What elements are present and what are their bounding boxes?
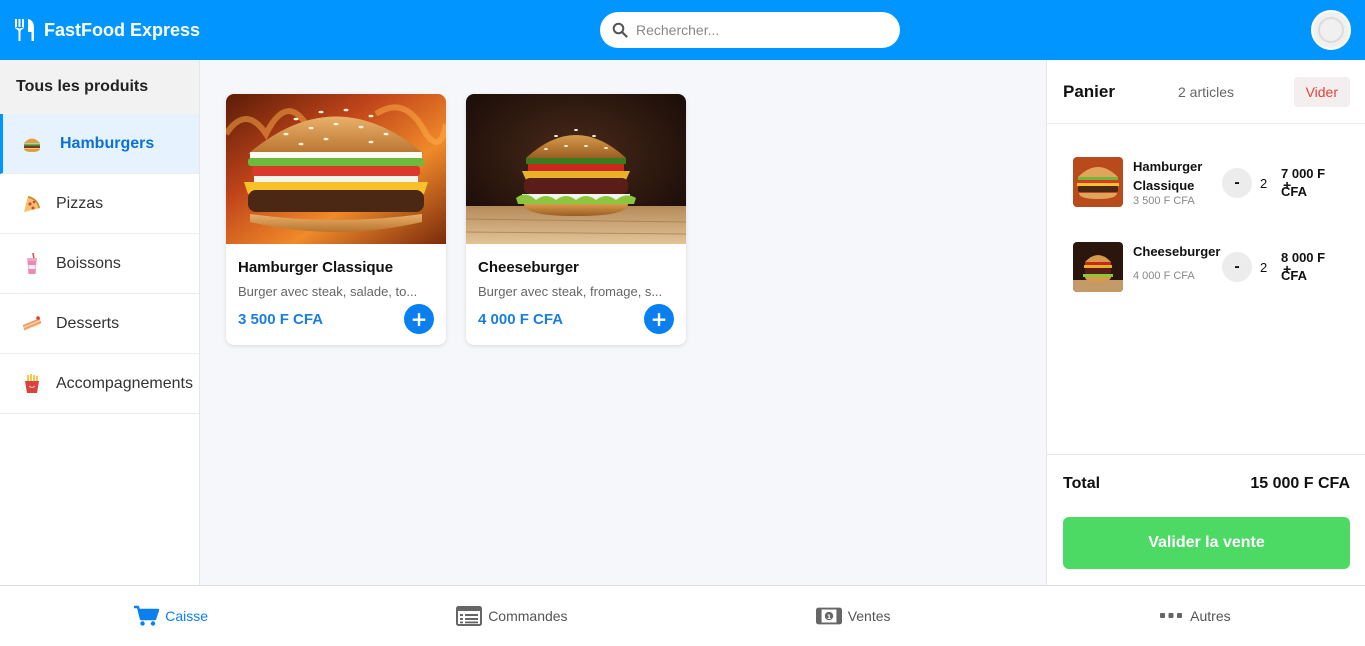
sidebar-item-label: Desserts <box>56 314 120 332</box>
nav-label: Ventes <box>847 608 891 624</box>
product-card[interactable]: Cheeseburger Burger avec steak, fromage,… <box>466 94 686 345</box>
bottom-navigation: Caisse Commandes 1 Ventes Autres <box>0 585 1365 646</box>
nav-label: Autres <box>1190 608 1231 624</box>
cart-item: Cheeseburger 4 000 F CFA - 2 8 000 F CFA… <box>1073 242 1353 294</box>
cart-item-name: Hamburger Classique <box>1133 159 1203 193</box>
sidebar-item-boissons[interactable]: Boissons <box>0 234 199 294</box>
cheeseburger-image <box>466 94 686 244</box>
utensils-icon <box>15 19 34 41</box>
product-name: Hamburger Classique <box>238 259 394 276</box>
avatar[interactable] <box>1311 10 1351 50</box>
clear-cart-button[interactable]: Vider <box>1293 77 1350 107</box>
product-price: 4 000 F CFA <box>478 311 564 328</box>
svg-text:1: 1 <box>826 613 831 621</box>
increase-quantity-button[interactable]: + <box>1283 177 1291 193</box>
cart-item-name: Cheeseburger <box>1133 244 1221 259</box>
cart-icon <box>133 605 160 627</box>
brand-name: FastFood Express <box>44 19 201 40</box>
decrease-quantity-button[interactable]: - <box>1222 252 1252 282</box>
sidebar-item-accompagnements[interactable]: Accompagnements <box>0 354 199 414</box>
nav-label: Caisse <box>165 608 209 624</box>
drink-icon <box>20 252 44 276</box>
product-description: Burger avec steak, salade, to... <box>238 284 418 299</box>
validate-sale-button[interactable]: Valider la vente <box>1063 517 1350 569</box>
sidebar-item-label: Accompagnements <box>56 374 193 392</box>
hamburger-classique-thumbnail <box>1073 157 1123 207</box>
app-header: FastFood Express <box>0 0 1365 60</box>
search-bar <box>600 12 900 48</box>
sidebar-title[interactable]: Tous les produits <box>0 60 199 114</box>
product-name: Cheeseburger <box>478 259 579 276</box>
product-description: Burger avec steak, fromage, s... <box>478 284 663 299</box>
add-to-cart-button[interactable]: + <box>404 304 434 334</box>
total-label: Total <box>1063 475 1101 492</box>
nav-autres[interactable]: Autres <box>1024 586 1365 646</box>
cart-item-unit-price: 4 000 F CFA <box>1133 270 1195 282</box>
search-input[interactable] <box>636 22 876 38</box>
nav-caisse[interactable]: Caisse <box>0 586 341 646</box>
sidebar-item-desserts[interactable]: Desserts <box>0 294 199 354</box>
cake-icon <box>20 312 44 336</box>
increase-quantity-button[interactable]: + <box>1283 261 1291 277</box>
cart-header: Panier 2 articles Vider <box>1047 60 1365 124</box>
cart-title: Panier <box>1063 81 1115 101</box>
quantity-value: 2 <box>1260 176 1268 191</box>
sidebar-item-hamburgers[interactable]: Hamburgers <box>0 114 199 174</box>
banknote-icon: 1 <box>815 605 842 627</box>
burger-icon <box>20 132 44 156</box>
cart-item-count: 2 articles <box>1178 83 1235 100</box>
cart-item-unit-price: 3 500 F CFA <box>1133 195 1195 207</box>
user-icon <box>1318 17 1344 43</box>
more-icon <box>1158 605 1184 627</box>
decrease-quantity-button[interactable]: - <box>1222 168 1252 198</box>
brand[interactable]: FastFood Express <box>14 18 200 42</box>
sidebar-item-label: Pizzas <box>56 194 104 212</box>
cart-footer: Total 15 000 F CFA Valider la vente <box>1047 454 1365 585</box>
product-price: 3 500 F CFA <box>238 311 324 328</box>
fries-icon <box>20 372 44 396</box>
total-value: 15 000 F CFA <box>1250 475 1350 492</box>
cart-item: Hamburger Classique 3 500 F CFA - 2 7 00… <box>1073 157 1353 209</box>
nav-label: Commandes <box>488 608 568 624</box>
sidebar-item-label: Hamburgers <box>60 134 155 152</box>
product-card[interactable]: Hamburger Classique Burger avec steak, s… <box>226 94 446 345</box>
cart-panel: Panier 2 articles Vider Hamburger Classi… <box>1046 60 1365 585</box>
receipt-icon <box>456 605 483 627</box>
hamburger-classique-image <box>226 94 446 244</box>
pizza-icon <box>20 192 44 216</box>
category-sidebar: Tous les produits Hamburgers Pizzas Bois… <box>0 60 200 585</box>
nav-ventes[interactable]: 1 Ventes <box>683 586 1024 646</box>
quantity-value: 2 <box>1260 260 1268 275</box>
sidebar-item-label: Boissons <box>56 254 121 272</box>
nav-commandes[interactable]: Commandes <box>341 586 682 646</box>
product-grid: Hamburger Classique Burger avec steak, s… <box>200 60 1046 585</box>
sidebar-item-pizzas[interactable]: Pizzas <box>0 174 199 234</box>
add-to-cart-button[interactable]: + <box>644 304 674 334</box>
search-icon <box>612 22 628 38</box>
cheeseburger-thumbnail <box>1073 242 1123 292</box>
